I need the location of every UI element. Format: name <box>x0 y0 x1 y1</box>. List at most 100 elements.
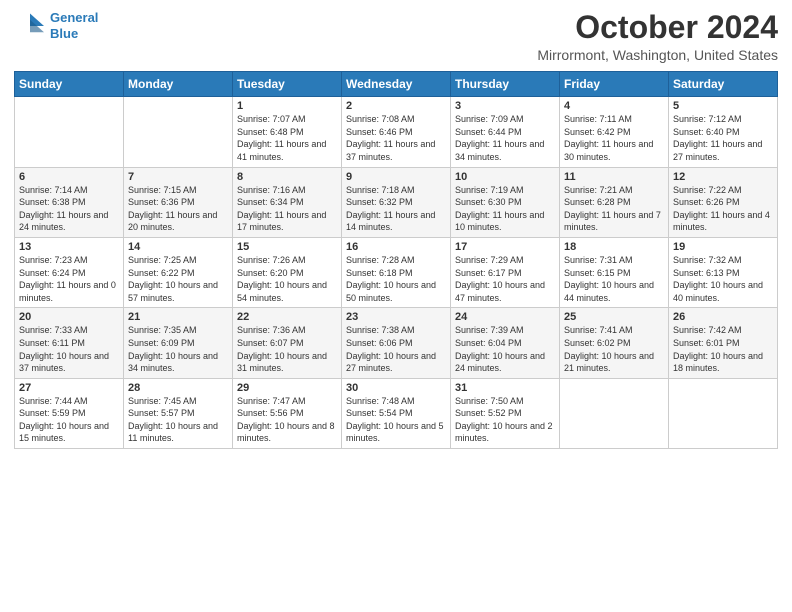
table-row <box>124 97 233 167</box>
table-row: 24Sunrise: 7:39 AMSunset: 6:04 PMDayligh… <box>451 308 560 378</box>
table-row: 25Sunrise: 7:41 AMSunset: 6:02 PMDayligh… <box>560 308 669 378</box>
table-row: 29Sunrise: 7:47 AMSunset: 5:56 PMDayligh… <box>233 378 342 448</box>
col-friday: Friday <box>560 72 669 97</box>
table-row: 12Sunrise: 7:22 AMSunset: 6:26 PMDayligh… <box>669 167 778 237</box>
location: Mirrormont, Washington, United States <box>537 47 778 63</box>
table-row: 8Sunrise: 7:16 AMSunset: 6:34 PMDaylight… <box>233 167 342 237</box>
day-number: 6 <box>19 171 119 183</box>
table-row: 3Sunrise: 7:09 AMSunset: 6:44 PMDaylight… <box>451 97 560 167</box>
table-row: 18Sunrise: 7:31 AMSunset: 6:15 PMDayligh… <box>560 237 669 307</box>
day-number: 9 <box>346 171 446 183</box>
day-number: 13 <box>19 241 119 253</box>
calendar-week-row: 1Sunrise: 7:07 AMSunset: 6:48 PMDaylight… <box>15 97 778 167</box>
day-detail: Sunrise: 7:50 AMSunset: 5:52 PMDaylight:… <box>455 395 555 445</box>
day-number: 27 <box>19 382 119 394</box>
day-number: 7 <box>128 171 228 183</box>
day-detail: Sunrise: 7:44 AMSunset: 5:59 PMDaylight:… <box>19 395 119 445</box>
day-detail: Sunrise: 7:31 AMSunset: 6:15 PMDaylight:… <box>564 254 664 304</box>
day-detail: Sunrise: 7:29 AMSunset: 6:17 PMDaylight:… <box>455 254 555 304</box>
day-number: 22 <box>237 311 337 323</box>
table-row: 30Sunrise: 7:48 AMSunset: 5:54 PMDayligh… <box>342 378 451 448</box>
day-number: 23 <box>346 311 446 323</box>
day-detail: Sunrise: 7:28 AMSunset: 6:18 PMDaylight:… <box>346 254 446 304</box>
day-number: 4 <box>564 100 664 112</box>
day-number: 14 <box>128 241 228 253</box>
day-number: 25 <box>564 311 664 323</box>
table-row: 22Sunrise: 7:36 AMSunset: 6:07 PMDayligh… <box>233 308 342 378</box>
table-row: 17Sunrise: 7:29 AMSunset: 6:17 PMDayligh… <box>451 237 560 307</box>
logo-line2: Blue <box>50 26 78 41</box>
day-number: 11 <box>564 171 664 183</box>
table-row: 13Sunrise: 7:23 AMSunset: 6:24 PMDayligh… <box>15 237 124 307</box>
col-thursday: Thursday <box>451 72 560 97</box>
table-row: 27Sunrise: 7:44 AMSunset: 5:59 PMDayligh… <box>15 378 124 448</box>
day-detail: Sunrise: 7:26 AMSunset: 6:20 PMDaylight:… <box>237 254 337 304</box>
day-detail: Sunrise: 7:33 AMSunset: 6:11 PMDaylight:… <box>19 324 119 374</box>
day-number: 19 <box>673 241 773 253</box>
day-detail: Sunrise: 7:38 AMSunset: 6:06 PMDaylight:… <box>346 324 446 374</box>
col-tuesday: Tuesday <box>233 72 342 97</box>
table-row: 10Sunrise: 7:19 AMSunset: 6:30 PMDayligh… <box>451 167 560 237</box>
day-detail: Sunrise: 7:14 AMSunset: 6:38 PMDaylight:… <box>19 184 119 234</box>
day-detail: Sunrise: 7:45 AMSunset: 5:57 PMDaylight:… <box>128 395 228 445</box>
day-detail: Sunrise: 7:12 AMSunset: 6:40 PMDaylight:… <box>673 113 773 163</box>
table-row: 11Sunrise: 7:21 AMSunset: 6:28 PMDayligh… <box>560 167 669 237</box>
day-detail: Sunrise: 7:15 AMSunset: 6:36 PMDaylight:… <box>128 184 228 234</box>
col-saturday: Saturday <box>669 72 778 97</box>
day-number: 21 <box>128 311 228 323</box>
day-detail: Sunrise: 7:11 AMSunset: 6:42 PMDaylight:… <box>564 113 664 163</box>
title-block: October 2024 Mirrormont, Washington, Uni… <box>537 10 778 63</box>
calendar: Sunday Monday Tuesday Wednesday Thursday… <box>14 71 778 449</box>
day-number: 3 <box>455 100 555 112</box>
table-row: 5Sunrise: 7:12 AMSunset: 6:40 PMDaylight… <box>669 97 778 167</box>
day-number: 17 <box>455 241 555 253</box>
calendar-week-row: 20Sunrise: 7:33 AMSunset: 6:11 PMDayligh… <box>15 308 778 378</box>
col-monday: Monday <box>124 72 233 97</box>
day-number: 31 <box>455 382 555 394</box>
day-detail: Sunrise: 7:39 AMSunset: 6:04 PMDaylight:… <box>455 324 555 374</box>
day-number: 16 <box>346 241 446 253</box>
day-detail: Sunrise: 7:07 AMSunset: 6:48 PMDaylight:… <box>237 113 337 163</box>
day-detail: Sunrise: 7:21 AMSunset: 6:28 PMDaylight:… <box>564 184 664 234</box>
day-detail: Sunrise: 7:35 AMSunset: 6:09 PMDaylight:… <box>128 324 228 374</box>
logo: General Blue <box>14 10 98 41</box>
table-row: 4Sunrise: 7:11 AMSunset: 6:42 PMDaylight… <box>560 97 669 167</box>
table-row: 21Sunrise: 7:35 AMSunset: 6:09 PMDayligh… <box>124 308 233 378</box>
day-detail: Sunrise: 7:36 AMSunset: 6:07 PMDaylight:… <box>237 324 337 374</box>
day-number: 12 <box>673 171 773 183</box>
table-row: 15Sunrise: 7:26 AMSunset: 6:20 PMDayligh… <box>233 237 342 307</box>
table-row: 26Sunrise: 7:42 AMSunset: 6:01 PMDayligh… <box>669 308 778 378</box>
day-detail: Sunrise: 7:23 AMSunset: 6:24 PMDaylight:… <box>19 254 119 304</box>
table-row <box>15 97 124 167</box>
table-row: 19Sunrise: 7:32 AMSunset: 6:13 PMDayligh… <box>669 237 778 307</box>
logo-line1: General <box>50 10 98 25</box>
day-number: 15 <box>237 241 337 253</box>
day-detail: Sunrise: 7:25 AMSunset: 6:22 PMDaylight:… <box>128 254 228 304</box>
table-row: 23Sunrise: 7:38 AMSunset: 6:06 PMDayligh… <box>342 308 451 378</box>
day-number: 24 <box>455 311 555 323</box>
day-number: 28 <box>128 382 228 394</box>
day-detail: Sunrise: 7:09 AMSunset: 6:44 PMDaylight:… <box>455 113 555 163</box>
logo-text: General Blue <box>50 10 98 41</box>
header: General Blue October 2024 Mirrormont, Wa… <box>14 10 778 63</box>
day-detail: Sunrise: 7:48 AMSunset: 5:54 PMDaylight:… <box>346 395 446 445</box>
day-detail: Sunrise: 7:42 AMSunset: 6:01 PMDaylight:… <box>673 324 773 374</box>
day-number: 20 <box>19 311 119 323</box>
table-row: 7Sunrise: 7:15 AMSunset: 6:36 PMDaylight… <box>124 167 233 237</box>
table-row: 20Sunrise: 7:33 AMSunset: 6:11 PMDayligh… <box>15 308 124 378</box>
table-row: 6Sunrise: 7:14 AMSunset: 6:38 PMDaylight… <box>15 167 124 237</box>
table-row <box>669 378 778 448</box>
table-row: 14Sunrise: 7:25 AMSunset: 6:22 PMDayligh… <box>124 237 233 307</box>
day-detail: Sunrise: 7:16 AMSunset: 6:34 PMDaylight:… <box>237 184 337 234</box>
page: General Blue October 2024 Mirrormont, Wa… <box>0 0 792 612</box>
day-detail: Sunrise: 7:08 AMSunset: 6:46 PMDaylight:… <box>346 113 446 163</box>
table-row: 16Sunrise: 7:28 AMSunset: 6:18 PMDayligh… <box>342 237 451 307</box>
month-title: October 2024 <box>537 10 778 45</box>
calendar-week-row: 27Sunrise: 7:44 AMSunset: 5:59 PMDayligh… <box>15 378 778 448</box>
calendar-week-row: 6Sunrise: 7:14 AMSunset: 6:38 PMDaylight… <box>15 167 778 237</box>
day-number: 26 <box>673 311 773 323</box>
table-row: 1Sunrise: 7:07 AMSunset: 6:48 PMDaylight… <box>233 97 342 167</box>
day-detail: Sunrise: 7:19 AMSunset: 6:30 PMDaylight:… <box>455 184 555 234</box>
day-number: 8 <box>237 171 337 183</box>
day-number: 5 <box>673 100 773 112</box>
